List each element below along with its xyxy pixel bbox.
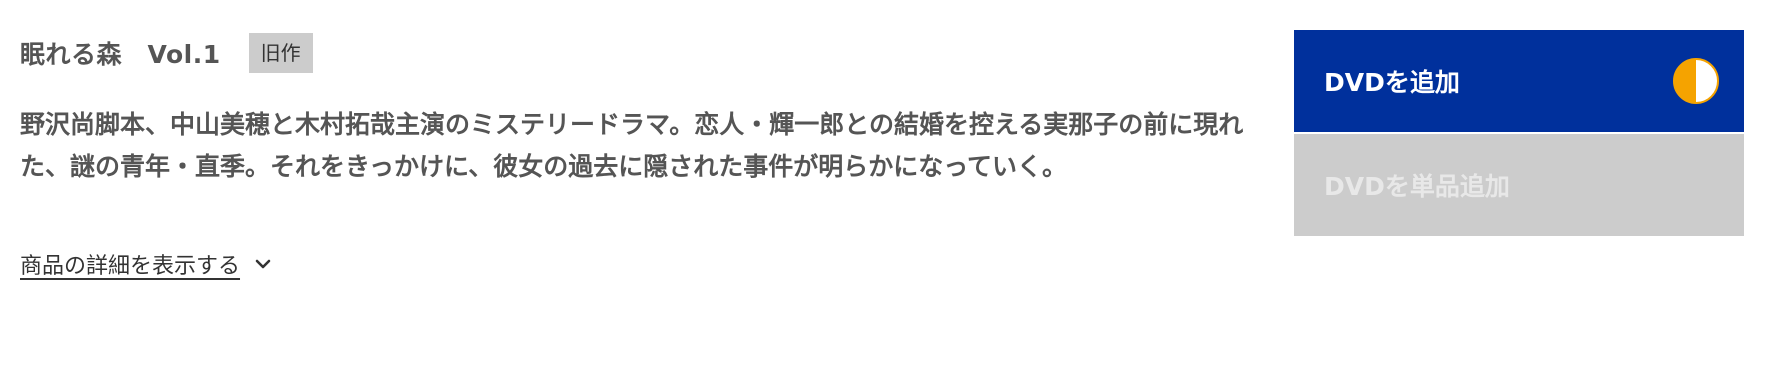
product-title: 眠れる森 Vol.1 (20, 40, 221, 69)
action-buttons: DVDを追加 DVDを単品追加 (1294, 30, 1744, 236)
add-single-dvd-label: DVDを単品追加 (1324, 172, 1510, 201)
half-circle-icon (1672, 57, 1720, 105)
product-description: 野沢尚脚本、中山美穂と木村拓哉主演のミステリードラマ。恋人・輝一郎との結婚を控え… (20, 110, 1244, 181)
product-info: 眠れる森 Vol.1 旧作 野沢尚脚本、中山美穂と木村拓哉主演のミステリードラマ… (20, 30, 1260, 188)
title-row: 眠れる森 Vol.1 旧作 (20, 30, 1260, 76)
add-dvd-button[interactable]: DVDを追加 (1294, 30, 1744, 132)
add-dvd-label: DVDを追加 (1324, 68, 1460, 97)
chevron-down-icon[interactable] (254, 255, 272, 273)
add-single-dvd-button: DVDを単品追加 (1294, 134, 1744, 236)
status-badge: 旧作 (248, 33, 313, 73)
show-details-link[interactable]: 商品の詳細を表示する (20, 248, 272, 280)
show-details-label[interactable]: 商品の詳細を表示する (20, 248, 240, 280)
